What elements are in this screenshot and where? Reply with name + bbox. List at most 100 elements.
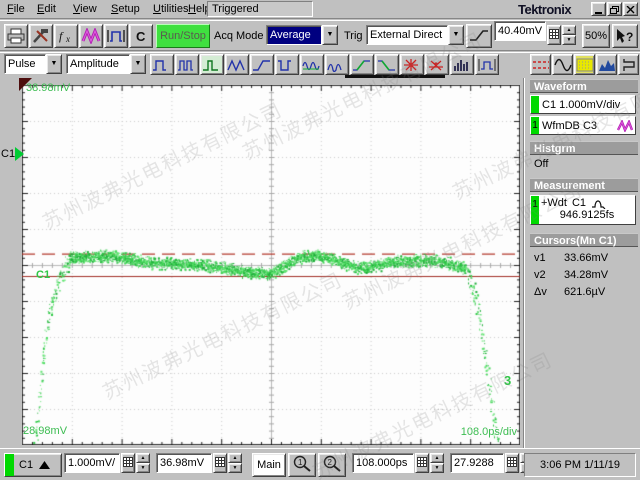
vertical-scale-input[interactable] [64,453,120,473]
measurement-name: +Wdt [541,197,567,209]
meas-class-dropdown-button[interactable]: ▼ [46,54,62,74]
meas-db-histogram-button[interactable] [450,54,474,75]
histogram-button[interactable] [596,54,617,75]
channel-position-marker[interactable]: C1 [1,147,24,162]
cursor-delta-value: 621.6µV [564,286,605,298]
close-button[interactable] [623,2,638,16]
trig-level-up-button[interactable]: ▲ [562,25,576,35]
meas-amplitude-button[interactable] [325,54,349,75]
zoom1-button[interactable]: 1 [288,453,316,477]
meas-type-combo[interactable]: Amplitude ▼ [66,54,146,74]
mask-yellow-icon [576,58,594,72]
waveform-wfmdb-button[interactable]: 1 WfmDB C3 [530,116,636,135]
menu-view[interactable]: View [70,2,100,17]
meas-jitter1-button[interactable] [400,54,424,75]
minimize-icon [594,6,603,14]
zoom-waveform-icon [106,28,126,44]
trig-level-input[interactable] [494,21,546,41]
vertical-scale-down-button[interactable]: ▼ [136,463,150,473]
meas-type-dropdown-button[interactable]: ▼ [130,54,146,74]
horizontal-scale-down-button[interactable]: ▼ [430,463,444,473]
cursors-button[interactable] [530,54,551,75]
meas-class-combo[interactable]: Pulse ▼ [4,54,62,74]
vertical-scale-up-button[interactable]: ▲ [136,453,150,463]
meas-rise-step-button[interactable] [250,54,274,75]
run-stop-button[interactable]: Run/Stop [156,24,210,48]
acq-mode-combo[interactable]: Average ▼ [266,25,338,45]
formula-button[interactable]: fx [54,24,78,48]
pulse-glyph-icon [591,198,607,209]
meas-rise-edge-button[interactable] [350,54,374,75]
minimize-button[interactable] [591,2,606,16]
cursors-section-header: Cursors(Mn C1) [530,233,638,247]
set-50-button[interactable]: 50% [582,24,610,48]
acq-mode-dropdown-button[interactable]: ▼ [322,25,338,45]
svg-text:C: C [136,29,146,44]
menu-edit[interactable]: Edit [34,2,59,17]
acq-mode-label: Acq Mode [214,30,264,42]
meas-jitter2-button[interactable] [425,54,449,75]
horizontal-scale-input[interactable] [352,453,414,473]
timebase-main-button[interactable]: Main [252,453,286,477]
meas-gated-pulse-button[interactable] [475,54,499,75]
horizontal-position-input[interactable] [450,453,504,473]
waveform-c1-button[interactable]: C1 1.000mV/div [530,95,636,114]
meas-pulse-width-button[interactable] [150,54,174,75]
menu-setup[interactable]: Setup [108,2,143,17]
menu-file[interactable]: File [4,2,28,17]
trig-level-keypad-button[interactable] [547,25,561,45]
waveform-color-button[interactable] [79,24,103,48]
color-waveform-icon [81,28,101,44]
gated-pulse-icon [477,58,497,72]
jitter-red-2-icon [427,58,447,72]
print-icon [6,28,26,44]
period-green-icon [202,58,222,72]
meas-noise-wave-button[interactable] [300,54,324,75]
trig-level-down-button[interactable]: ▼ [562,35,576,45]
trace-label: C1 [36,269,50,281]
trig-source-value: External Direct [366,25,448,45]
horizontal-scale-keypad-button[interactable] [415,453,429,473]
print-button[interactable] [4,24,28,48]
acq-mode-value: Average [266,25,322,45]
meas-neg-pulse-button[interactable] [275,54,299,75]
peaks-icon [227,58,247,72]
vertical-offset-input[interactable] [156,453,212,473]
vertical-offset-up-button[interactable]: ▲ [228,453,242,463]
meas-pulse-train-button[interactable] [175,54,199,75]
trig-slope-button[interactable] [466,24,492,48]
meas-fall-edge-button[interactable] [375,54,399,75]
mask-test-button[interactable] [574,54,595,75]
meas-peaks-button[interactable] [225,54,249,75]
clear-button[interactable]: C [129,24,153,48]
plot-bottom-voltage-label: 28.98mV [23,425,67,437]
noise-wave-icon [302,58,322,72]
tools-button[interactable] [29,24,53,48]
zoom-waveform-button[interactable] [104,24,128,48]
vertical-offset-down-button[interactable]: ▼ [228,463,242,473]
rising-edge-icon [468,28,490,44]
restore-button[interactable] [607,2,622,16]
measurement-section-header: Measurement [530,178,638,192]
math-sine-button[interactable] [552,54,573,75]
horizontal-position-keypad-button[interactable] [505,453,519,473]
channel-select-button[interactable]: C1 [4,453,62,477]
vertical-scale-keypad-button[interactable] [121,453,135,473]
vertical-offset-keypad-button[interactable] [213,453,227,473]
context-help-button[interactable]: ? [612,24,638,48]
pulse-train-icon [177,58,197,72]
trig-source-dropdown-button[interactable]: ▼ [448,25,464,45]
vertical-waveform-button[interactable] [618,54,639,75]
status-bar: C1 ▲▼ ▲▼ Main 1 2 ▲▼ ▲▼ 3:06 PM 1/11/19 [0,448,640,480]
zoom2-button[interactable]: 2 [318,453,346,477]
waveform-c1-label: C1 1.000mV/div [539,99,620,111]
trig-source-combo[interactable]: External Direct ▼ [366,25,464,45]
svg-text:2: 2 [328,458,333,467]
rise-edge-green-icon [352,58,372,72]
measurement-readout[interactable]: 1 +Wdt C1 946.9125fs [530,195,636,225]
horizontal-scale-up-button[interactable]: ▲ [430,453,444,463]
svg-text:1: 1 [298,458,303,467]
waveform-canvas[interactable] [22,85,520,445]
meas-period-button[interactable] [200,54,224,75]
graticule: 38.98mV 28.98mV 108.0ps/div C1 3 [22,85,520,445]
